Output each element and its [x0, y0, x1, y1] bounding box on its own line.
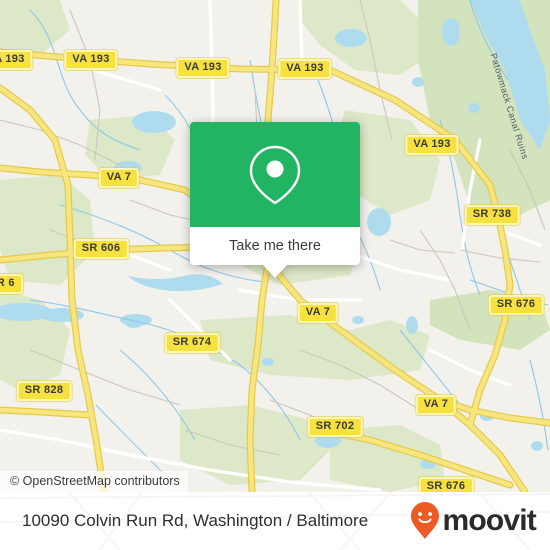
- road-shield[interactable]: VA 7: [297, 303, 339, 323]
- location-popup[interactable]: Take me there: [190, 122, 360, 278]
- footer-bar: 10090 Colvin Run Rd, Washington / Baltim…: [0, 492, 550, 550]
- moovit-wordmark: moovit: [442, 504, 536, 537]
- road-shield[interactable]: SR 6: [0, 274, 23, 294]
- road-shield[interactable]: SR 674: [164, 333, 220, 353]
- road-shield[interactable]: VA 7: [98, 168, 140, 188]
- road-shield[interactable]: SR 676: [418, 477, 474, 492]
- page-title: 10090 Colvin Run Rd, Washington / Baltim…: [22, 511, 369, 530]
- moovit-smiley-pin-icon: [411, 502, 440, 539]
- take-me-there-label: Take me there: [229, 238, 321, 254]
- road-shield[interactable]: VA 193: [64, 50, 118, 70]
- road-shield[interactable]: SR 702: [307, 417, 363, 437]
- popup-header: [190, 122, 360, 227]
- road-shield[interactable]: VA 193: [176, 58, 230, 78]
- road-shield[interactable]: VA 193: [278, 59, 332, 79]
- road-shield[interactable]: VA 193: [0, 50, 33, 70]
- popup-tail: [262, 264, 288, 278]
- road-shield[interactable]: SR 828: [16, 381, 72, 401]
- road-shield[interactable]: VA 193: [405, 135, 459, 155]
- map-pin-icon: [249, 145, 301, 204]
- map-canvas[interactable]: VA 193 VA 193 VA 193 VA 193 VA 193 VA 7 SR 606…: [0, 0, 550, 492]
- road-shield[interactable]: SR 606: [73, 239, 129, 259]
- take-me-there-button[interactable]: Take me there: [190, 227, 360, 265]
- map-screenshot: VA 193 VA 193 VA 193 VA 193 VA 193 VA 7 SR 606…: [0, 0, 550, 550]
- road-shield[interactable]: VA 7: [415, 395, 457, 415]
- road-shield[interactable]: SR 676: [488, 295, 544, 315]
- moovit-logo[interactable]: moovit: [410, 492, 537, 550]
- osm-attribution[interactable]: © OpenStreetMap contributors: [0, 471, 188, 492]
- road-shield[interactable]: SR 738: [464, 205, 520, 225]
